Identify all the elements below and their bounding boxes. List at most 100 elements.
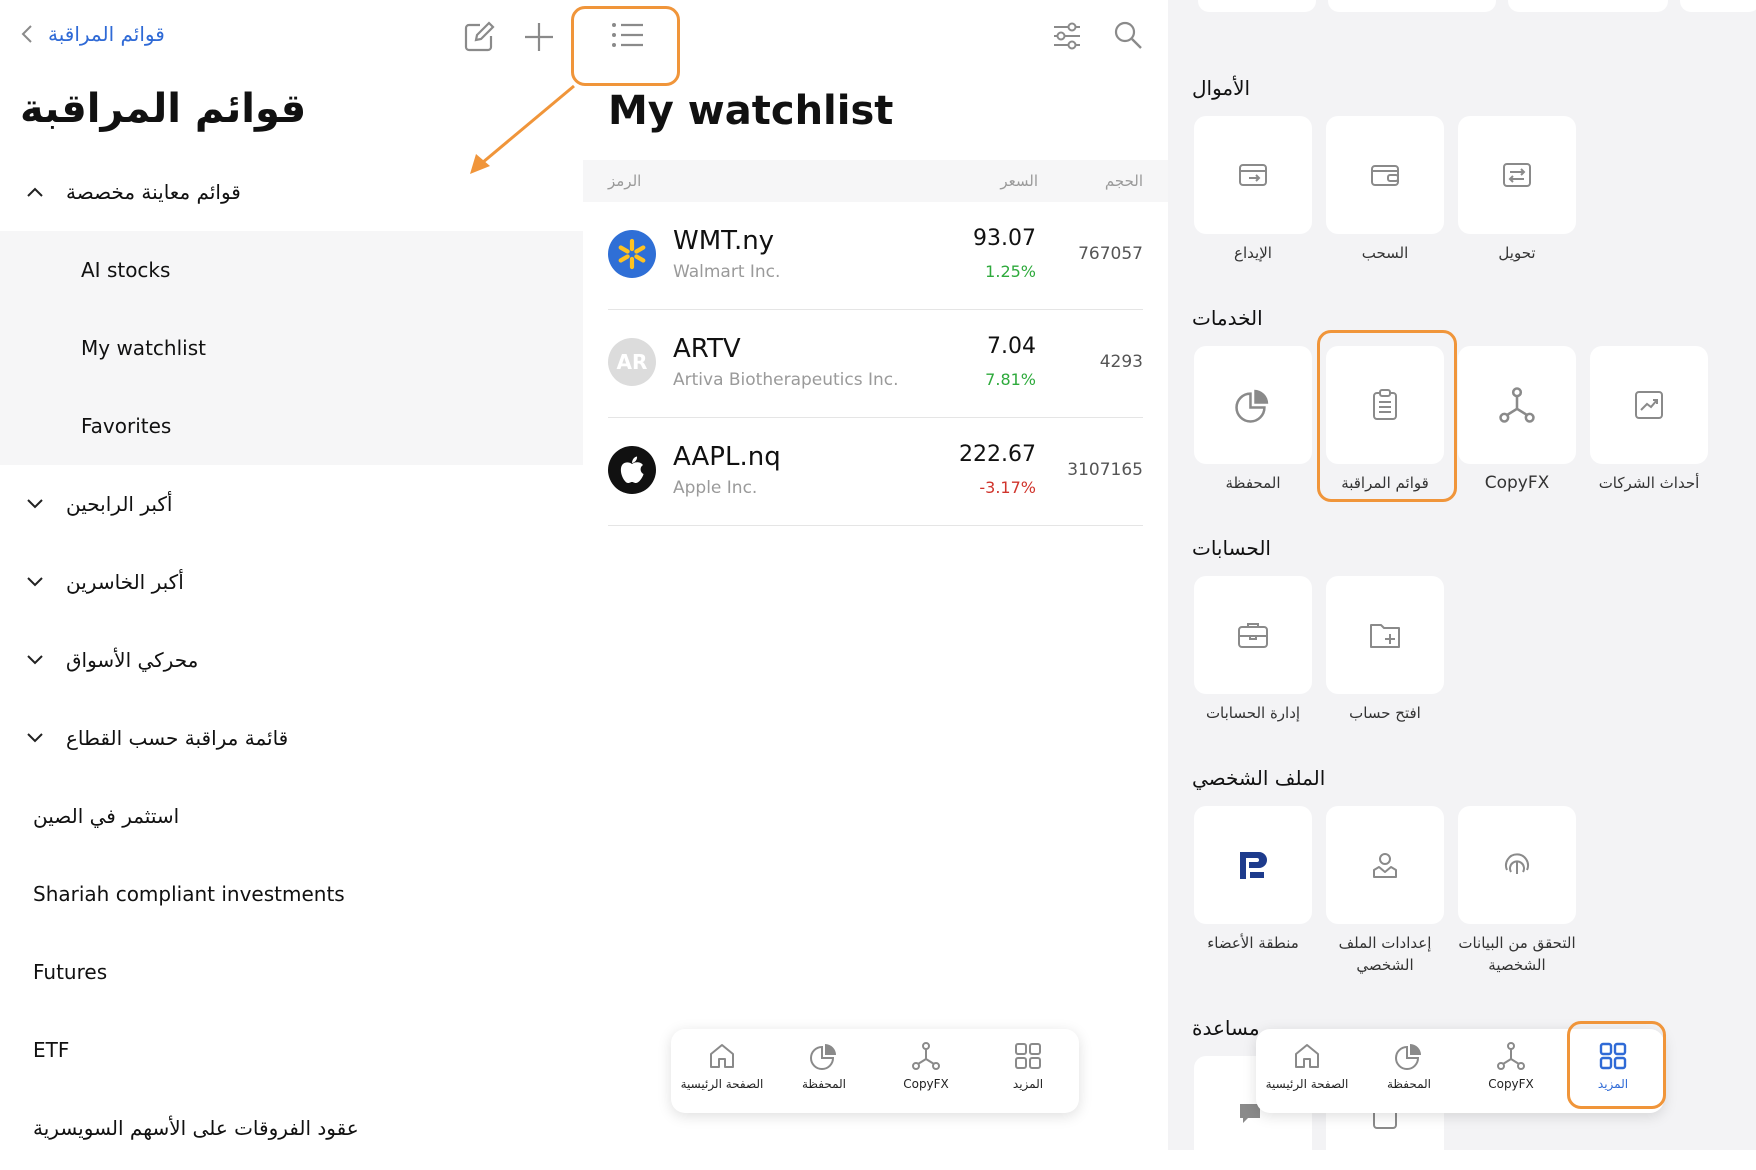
tab-home[interactable]: الصفحة الرئيسية [671,1029,773,1113]
top-pill [1198,0,1316,12]
section-market-movers[interactable]: محركي الأسواق [26,648,198,672]
network-icon [912,1042,940,1070]
network-icon [1499,387,1535,423]
top-pill [1328,0,1496,12]
tab-more[interactable]: المزيد [977,1029,1079,1113]
home-icon [1295,1044,1319,1068]
tab-label: المحفظة [801,1077,847,1091]
tab-portfolio[interactable]: المحفظة [773,1029,875,1113]
tile-label: CopyFX [1484,473,1550,493]
tab-home[interactable]: الصفحة الرئيسية [1256,1029,1358,1113]
section-title-funds: الأموال [1192,76,1251,100]
tile-label: المحفظة [1225,474,1281,492]
page-title: قوائم المراقبة [20,86,307,132]
tile-label: الإيداع [1234,244,1272,262]
row-volume: 3107165 [1067,460,1143,480]
row-company-name: Apple Inc. [673,478,758,498]
walmart-logo-icon [608,230,656,278]
chevron-down-icon [27,577,43,587]
chevron-up-icon [27,187,43,197]
add-button[interactable] [522,20,556,54]
home-icon [710,1044,734,1068]
section-top-gainers[interactable]: أكبر الرابحين [26,492,172,516]
tile-withdraw[interactable] [1326,116,1444,234]
tile-manage-accounts[interactable] [1194,576,1312,694]
tile-deposit[interactable] [1194,116,1312,234]
tile-members-area[interactable] [1194,806,1312,924]
tile-label: أحداث الشركات [1598,474,1700,492]
tile-transfer[interactable] [1458,116,1576,234]
tab-label: CopyFX [903,1077,949,1091]
section-custom-watchlists[interactable]: قوائم معاينة مخصصة [26,180,241,204]
tab-copyfx[interactable]: CopyFX [1460,1029,1562,1113]
logo-initials: AR [616,350,648,374]
tab-label: الصفحة الرئيسية [1265,1077,1349,1091]
highlight-more-tab [1567,1021,1666,1109]
filter-button[interactable] [1051,20,1083,52]
section-by-sector[interactable]: قائمة مراقبة حسب القطاع [26,726,288,750]
row-volume: 767057 [1078,244,1143,264]
chevron-down-icon [27,499,43,509]
highlight-menu-button [571,6,680,86]
pie-chart-icon [810,1044,836,1070]
column-price[interactable]: السعر [1000,172,1038,190]
tile-label: السحب [1361,244,1409,262]
list-item-favorites[interactable]: Favorites [81,414,171,438]
tile-verify-data[interactable] [1458,806,1576,924]
chevron-down-icon [27,733,43,743]
list-item-my-watchlist[interactable]: My watchlist [81,336,206,360]
plus-icon [525,23,553,51]
row-symbol: ARTV [673,334,741,364]
tab-portfolio[interactable]: المحفظة [1358,1029,1460,1113]
deposit-icon [1239,164,1267,186]
edit-button[interactable] [462,20,496,54]
walmart-spark-icon [618,238,646,270]
row-change: 1.25% [985,262,1036,281]
list-item-ai-stocks[interactable]: AI stocks [81,258,170,282]
apple-logo [608,446,656,494]
tile-label: تحويل [1498,244,1536,262]
row-company-name: Walmart Inc. [673,262,781,282]
search-button[interactable] [1113,20,1143,50]
tab-label: المزيد [1012,1077,1044,1091]
table-row[interactable]: AAPL.nq Apple Inc. 222.67 -3.17% 3107165 [608,418,1143,526]
section-label: أكبر الخاسرين [66,570,184,594]
section-title-accounts: الحسابات [1192,536,1271,560]
section-label: أكبر الرابحين [66,492,173,516]
table-row[interactable]: WMT.ny Walmart Inc. 93.07 1.25% 767057 [608,202,1143,310]
tile-profile-settings[interactable] [1326,806,1444,924]
list-item-invest-china[interactable]: استثمر في الصين [33,804,179,828]
section-top-losers[interactable]: أكبر الخاسرين [26,570,184,594]
bottom-tab-bar: الصفحة الرئيسية المحفظة CopyFX المزيد [671,1029,1079,1113]
tile-portfolio[interactable] [1194,346,1312,464]
top-pill [1680,0,1756,12]
section-title-services: الخدمات [1192,306,1263,330]
list-item-shariah[interactable]: Shariah compliant investments [33,882,345,906]
chevron-down-icon [27,655,43,665]
tile-label: التحقق من البيانات الشخصية [1458,934,1576,974]
back-label: قوائم المراقبة [48,22,165,46]
column-volume[interactable]: الحجم [1105,172,1143,190]
list-item-futures[interactable]: Futures [33,960,107,984]
row-volume: 4293 [1099,352,1143,372]
briefcase-icon [1238,623,1268,648]
tile-open-account[interactable] [1326,576,1444,694]
column-symbol[interactable]: الرمز [608,172,641,190]
tab-copyfx[interactable]: CopyFX [875,1029,977,1113]
back-link[interactable]: قوائم المراقبة [20,22,165,46]
row-price: 93.07 [973,226,1036,251]
sliders-icon [1054,22,1080,50]
top-pill [1508,0,1668,12]
edit-icon [464,21,495,52]
folder-plus-icon [1370,624,1400,648]
list-item-swiss-cfd[interactable]: عقود الفروقات على الأسهم السويسرية [33,1116,359,1140]
annotation-arrow-icon [470,84,575,174]
row-change: -3.17% [979,478,1036,497]
tile-copyfx[interactable] [1458,346,1576,464]
tile-label: منطقة الأعضاء [1207,934,1299,952]
tile-corporate-events[interactable] [1590,346,1708,464]
table-row[interactable]: AR ARTV Artiva Biotherapeutics Inc. 7.04… [608,310,1143,418]
wallet-icon [1371,165,1399,186]
list-item-etf[interactable]: ETF [33,1038,69,1062]
tab-label: الصفحة الرئيسية [680,1077,764,1091]
